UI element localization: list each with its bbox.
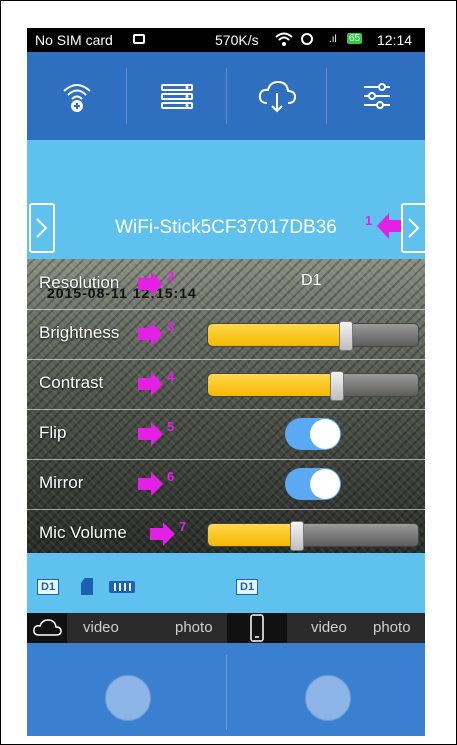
battery-level-icon bbox=[109, 581, 135, 593]
annotation-number: 7 bbox=[179, 519, 187, 534]
settings-button[interactable] bbox=[327, 52, 425, 140]
image-notification-icon bbox=[133, 34, 145, 44]
toggle-knob bbox=[310, 419, 340, 449]
alarm-icon bbox=[301, 33, 313, 45]
wifi-add-icon bbox=[62, 84, 91, 112]
annotation-arrow-icon bbox=[138, 272, 163, 296]
left-photo-tab[interactable]: photo bbox=[175, 619, 213, 636]
slider-fill bbox=[208, 324, 345, 346]
contrast-slider[interactable] bbox=[207, 371, 419, 401]
battery-icon: 65 bbox=[347, 33, 363, 44]
top-toolbar bbox=[27, 52, 425, 140]
mic-volume-row: Mic Volume 7 bbox=[27, 509, 425, 559]
brightness-slider[interactable] bbox=[207, 321, 419, 351]
annotation-number: 3 bbox=[167, 319, 175, 334]
right-video-tab[interactable]: video bbox=[311, 619, 347, 636]
mic-volume-label: Mic Volume bbox=[39, 523, 127, 542]
resolution-value[interactable]: D1 bbox=[301, 272, 321, 290]
camera-settings-panel: 2015-08-11 12:15:14 Resolution 2 D1 Brig… bbox=[27, 259, 425, 553]
brightness-label: Brightness bbox=[39, 323, 120, 342]
right-photo-tab[interactable]: photo bbox=[373, 619, 411, 636]
resolution-badge: D1 bbox=[37, 579, 60, 595]
mirror-label: Mirror bbox=[39, 473, 84, 492]
brightness-row: Brightness 3 bbox=[27, 309, 425, 360]
annotation-number: 1 bbox=[365, 213, 373, 228]
annotation-arrow-icon bbox=[377, 213, 402, 239]
slider-fill bbox=[208, 374, 337, 396]
flip-toggle[interactable] bbox=[285, 418, 341, 450]
screenshot-frame: No SIM card 570K/s .ıl 65 12:14 WiFi-Sti… bbox=[0, 0, 457, 745]
settings-sliders-icon bbox=[363, 83, 390, 109]
annotation-number: 2 bbox=[167, 269, 175, 284]
phone-icon bbox=[250, 614, 264, 642]
annotation-arrow-icon bbox=[150, 522, 175, 546]
phone-screen: No SIM card 570K/s .ıl 65 12:14 WiFi-Sti… bbox=[27, 28, 425, 736]
annotation-arrow-icon bbox=[138, 422, 163, 446]
phone-tab[interactable] bbox=[227, 613, 287, 643]
flip-label: Flip bbox=[39, 423, 67, 442]
resolution-badge: D1 bbox=[236, 579, 259, 595]
chevron-right-icon bbox=[408, 218, 420, 238]
annotation-arrow-icon bbox=[138, 372, 163, 396]
no-signal-icon: .ıl bbox=[329, 34, 337, 45]
slider-knob[interactable] bbox=[338, 321, 353, 351]
next-device-button[interactable] bbox=[401, 203, 425, 253]
clock-time: 12:14 bbox=[377, 32, 413, 48]
cloud-download-button[interactable] bbox=[227, 52, 326, 140]
add-wifi-button[interactable] bbox=[27, 52, 126, 140]
cloud-download-icon bbox=[258, 80, 296, 113]
mirror-toggle[interactable] bbox=[285, 468, 341, 500]
resolution-row[interactable]: Resolution 2 D1 bbox=[27, 259, 425, 310]
left-capture-button[interactable] bbox=[105, 675, 151, 721]
cloud-icon bbox=[33, 619, 62, 636]
capture-divider bbox=[226, 655, 227, 730]
resolution-label: Resolution bbox=[39, 273, 120, 292]
right-capture-button[interactable] bbox=[305, 675, 351, 721]
slider-fill bbox=[208, 524, 297, 546]
wifi-status-icon bbox=[275, 31, 293, 50]
contrast-label: Contrast bbox=[39, 373, 104, 392]
status-bar: No SIM card 570K/s .ıl 65 12:14 bbox=[27, 28, 425, 52]
mic-volume-slider[interactable] bbox=[207, 521, 419, 551]
mirror-row: Mirror 6 bbox=[27, 459, 425, 510]
capture-area bbox=[27, 643, 425, 736]
annotation-number: 4 bbox=[167, 369, 175, 384]
toggle-knob bbox=[310, 469, 340, 499]
flip-row: Flip 5 bbox=[27, 409, 425, 460]
network-speed: 570K/s bbox=[215, 32, 259, 48]
slider-knob[interactable] bbox=[290, 521, 305, 551]
mode-tab-bar: video photo video photo bbox=[27, 613, 425, 643]
slider-knob[interactable] bbox=[330, 371, 345, 401]
annotation-arrow-icon bbox=[138, 472, 163, 496]
cloud-tab[interactable] bbox=[27, 613, 67, 643]
device-list-icon bbox=[160, 84, 193, 109]
device-selector: WiFi-Stick5CF37017DB36 1 bbox=[27, 203, 425, 257]
contrast-row: Contrast 4 bbox=[27, 359, 425, 410]
left-video-tab[interactable]: video bbox=[83, 619, 119, 636]
carrier-text: No SIM card bbox=[35, 32, 113, 48]
annotation-number: 6 bbox=[167, 469, 175, 484]
annotation-number: 5 bbox=[167, 419, 175, 434]
device-list-button[interactable] bbox=[127, 52, 226, 140]
annotation-arrow-icon bbox=[138, 322, 163, 346]
